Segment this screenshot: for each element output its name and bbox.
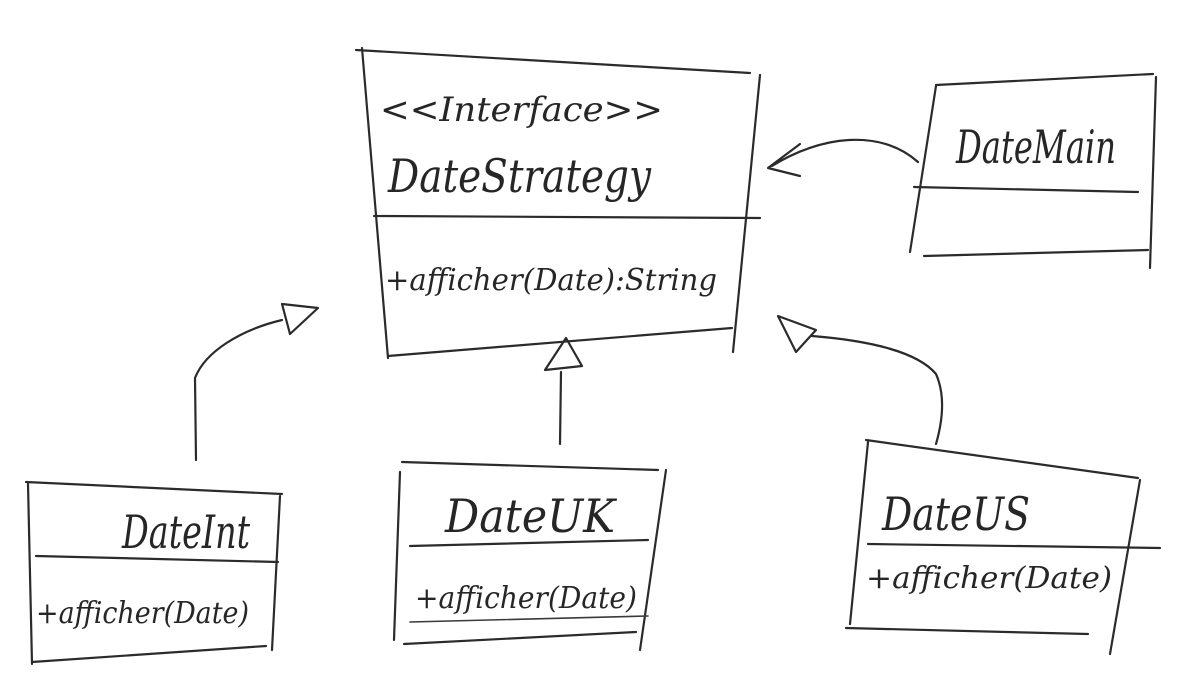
method-dateuk: +afficher(Date) (415, 581, 637, 616)
class-box-dateint: DateInt +afficher(Date) (24, 480, 284, 666)
method-underline-dateuk (409, 615, 649, 623)
association-line (770, 138, 920, 168)
class-name-dateint: DateInt (121, 505, 250, 559)
class-box-dateuk: DateUK +afficher(Date) (392, 460, 668, 652)
association-arrow-main-to-strategy (766, 138, 920, 178)
realization-arrow-us (776, 314, 944, 446)
realization-line-us (810, 334, 944, 446)
class-name-datemain: DateMain (955, 120, 1116, 174)
uml-class-diagram: <<Interface>> DateStrategy +afficher(Dat… (24, 46, 1162, 666)
stereotype-label: <<Interface>> (380, 90, 663, 130)
box-divider-datemain (912, 185, 1140, 194)
class-box-datemain: DateMain (908, 72, 1158, 270)
class-name-dateus: DateUS (881, 487, 1030, 541)
realization-arrow-int (193, 302, 320, 462)
box-divider-datestrategy (372, 214, 762, 220)
realization-line-uk (558, 370, 563, 446)
class-name-datestrategy: DateStrategy (387, 149, 652, 203)
hollow-triangle-icon (776, 314, 818, 354)
class-box-dateus: DateUS +afficher(Date) (844, 438, 1162, 656)
method-datestrategy: +afficher(Date):String (385, 263, 717, 298)
method-dateint: +afficher(Date) (36, 596, 249, 631)
box-divider-dateus (866, 542, 1162, 550)
hollow-triangle-icon (280, 302, 320, 336)
method-dateus: +afficher(Date) (866, 561, 1112, 596)
realization-line-int (193, 318, 284, 462)
class-box-datestrategy: <<Interface>> DateStrategy +afficher(Dat… (354, 46, 762, 360)
realization-arrow-uk (543, 336, 584, 446)
class-name-dateuk: DateUK (444, 489, 617, 543)
